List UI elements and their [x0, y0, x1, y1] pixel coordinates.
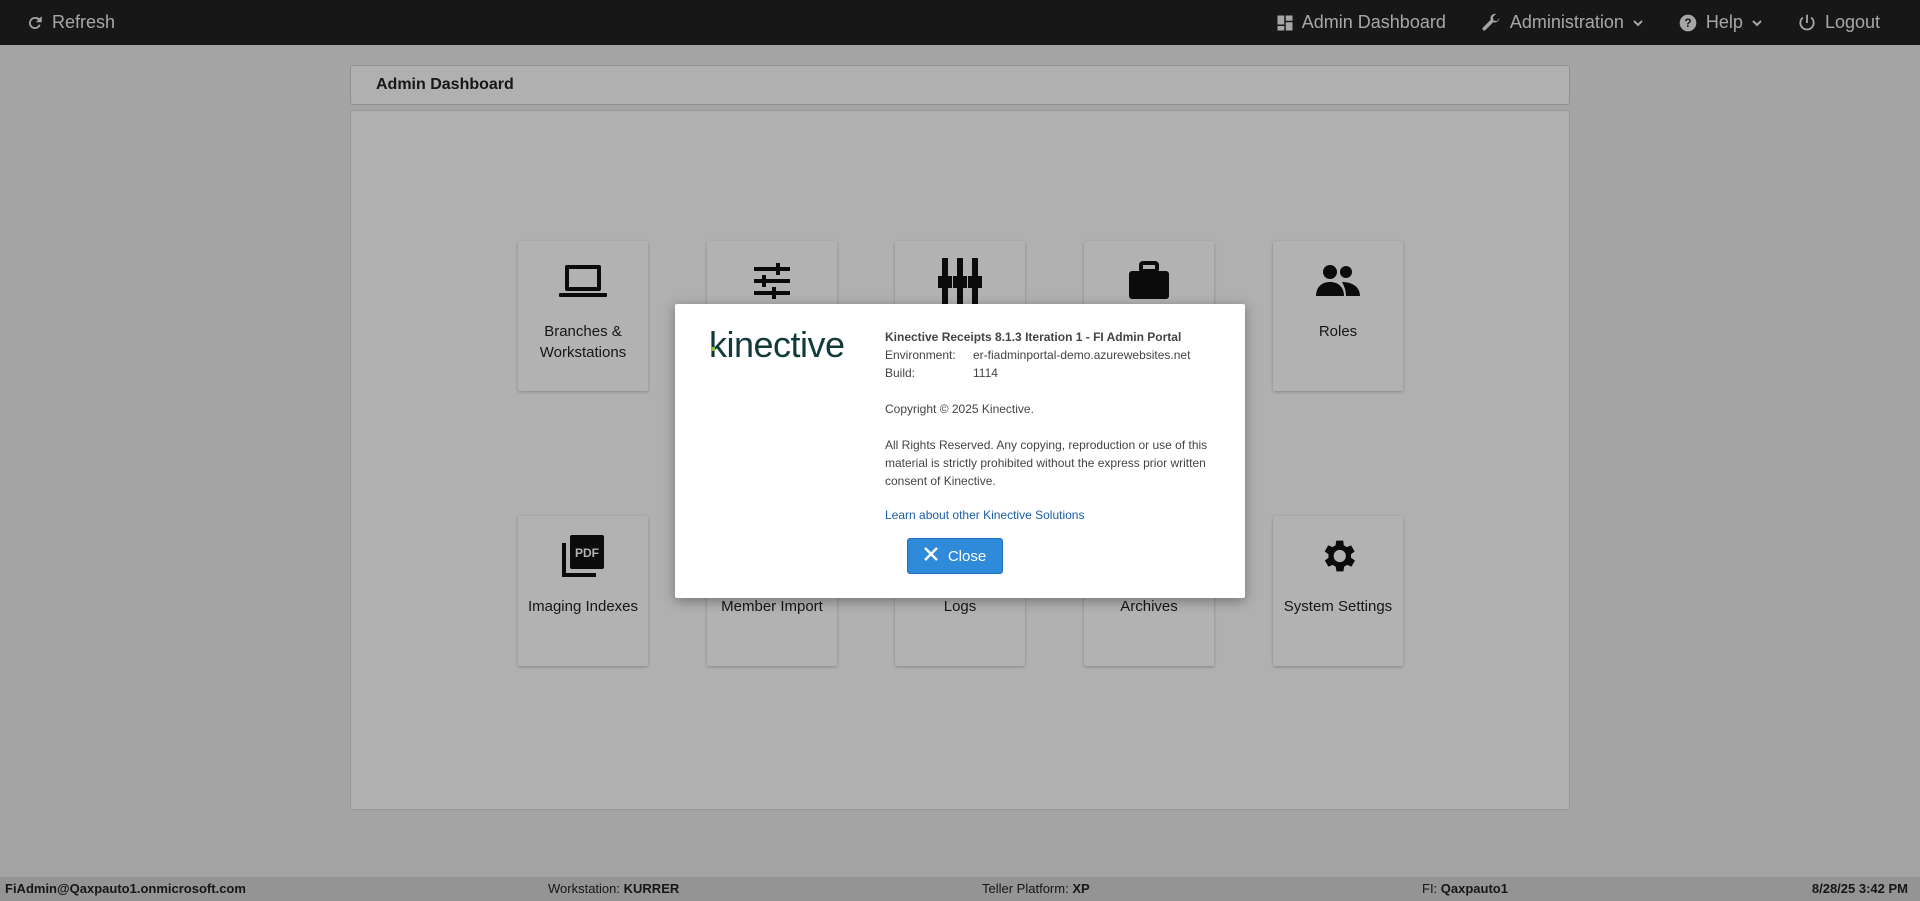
close-label: Close [947, 547, 987, 565]
close-button[interactable]: Close [907, 538, 1003, 574]
about-title: Kinective Receipts 8.1.3 Iteration 1 - F… [885, 330, 1182, 344]
close-icon [923, 547, 938, 565]
copyright-text: Copyright © 2025 Kinective. [885, 402, 1034, 416]
build-value: 1114 [973, 366, 998, 380]
about-dialog: kinective Kinective Receipts 8.1.3 Itera… [675, 304, 1245, 598]
build-row: Build: 1114 [885, 366, 998, 380]
environment-value: er-fiadminportal-demo.azurewebsites.net [973, 348, 1191, 362]
rights-text: All Rights Reserved. Any copying, reprod… [885, 438, 1208, 488]
about-info: Kinective Receipts 8.1.3 Iteration 1 - F… [885, 328, 1225, 524]
learn-more-link[interactable]: Learn about other Kinective Solutions [885, 506, 1084, 524]
environment-row: Environment: er-fiadminportal-demo.azure… [885, 348, 1191, 362]
kinective-logo: kinective [709, 324, 845, 365]
